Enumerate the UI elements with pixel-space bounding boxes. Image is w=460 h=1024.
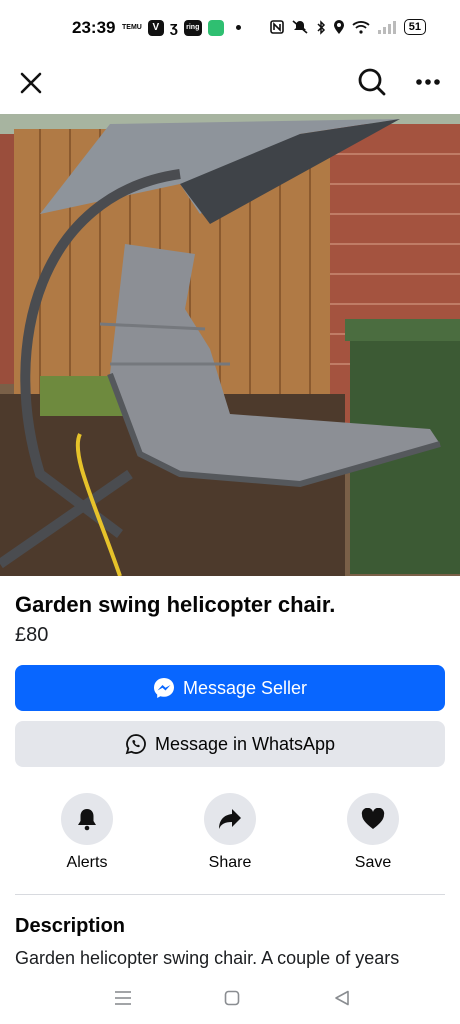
temu-icon: TEMU (122, 24, 142, 31)
whatsapp-icon (125, 734, 146, 755)
save-action[interactable]: Save (323, 793, 423, 872)
ring-app-icon: ring (183, 19, 202, 36)
alerts-label: Alerts (66, 854, 108, 871)
top-app-bar (0, 58, 460, 114)
listing-actions: Alerts Share Save (0, 793, 460, 873)
listing-title: Garden swing helicopter chair. (15, 592, 336, 617)
bell-icon (78, 809, 96, 831)
wifi-icon (352, 21, 370, 34)
v-app-icon: V (147, 19, 164, 36)
alerts-button[interactable] (61, 793, 113, 845)
save-button[interactable] (347, 793, 399, 845)
alerts-action[interactable]: Alerts (37, 793, 137, 872)
home-button[interactable] (218, 984, 246, 1012)
search-button[interactable] (354, 64, 390, 100)
status-right-icons: 51 (269, 19, 426, 35)
share-label: Share (208, 854, 252, 871)
search-icon (358, 68, 386, 96)
share-action[interactable]: Share (180, 793, 280, 872)
more-options-button[interactable] (410, 64, 446, 100)
recent-apps-icon (115, 991, 131, 1005)
message-whatsapp-label: Message in WhatsApp (154, 733, 336, 754)
share-button[interactable] (204, 793, 256, 845)
heart-icon (361, 808, 385, 829)
status-left-icons: TEMU V ʒ ring (122, 19, 241, 36)
message-seller-button[interactable]: Message Seller (15, 665, 445, 711)
messenger-icon (153, 678, 174, 698)
location-icon (333, 19, 344, 34)
mute-icon (292, 20, 308, 34)
back-button[interactable] (328, 984, 356, 1012)
system-nav-bar (0, 972, 460, 1024)
save-label: Save (354, 854, 392, 871)
signal-icon (377, 21, 396, 34)
listing-photo[interactable] (0, 114, 460, 576)
close-button[interactable] (14, 66, 48, 100)
more-icon (416, 79, 440, 85)
status-bar: 23:39 TEMU V ʒ ring 51 (0, 0, 460, 58)
listing-price: £80 (15, 624, 49, 646)
green-app-icon (207, 19, 224, 36)
bluetooth-icon (317, 19, 325, 35)
back-icon (335, 990, 349, 1006)
section-divider (15, 894, 445, 895)
description-text: Garden helicopter swing chair. A couple … (15, 948, 400, 968)
home-icon (224, 990, 240, 1006)
garden-swing-chair-photo (0, 114, 460, 576)
message-whatsapp-button[interactable]: Message in WhatsApp (15, 721, 445, 767)
share-arrow-icon (219, 809, 241, 829)
battery-indicator: 51 (403, 19, 426, 35)
nfc-icon (269, 20, 284, 34)
message-seller-label: Message Seller (182, 677, 308, 698)
close-icon (20, 72, 42, 94)
dot-icon (235, 25, 241, 30)
recent-apps-button[interactable] (109, 984, 137, 1012)
description-heading: Description (15, 915, 126, 937)
status-time: 23:39 (72, 18, 116, 37)
chat-app-icon: ʒ (169, 19, 178, 36)
